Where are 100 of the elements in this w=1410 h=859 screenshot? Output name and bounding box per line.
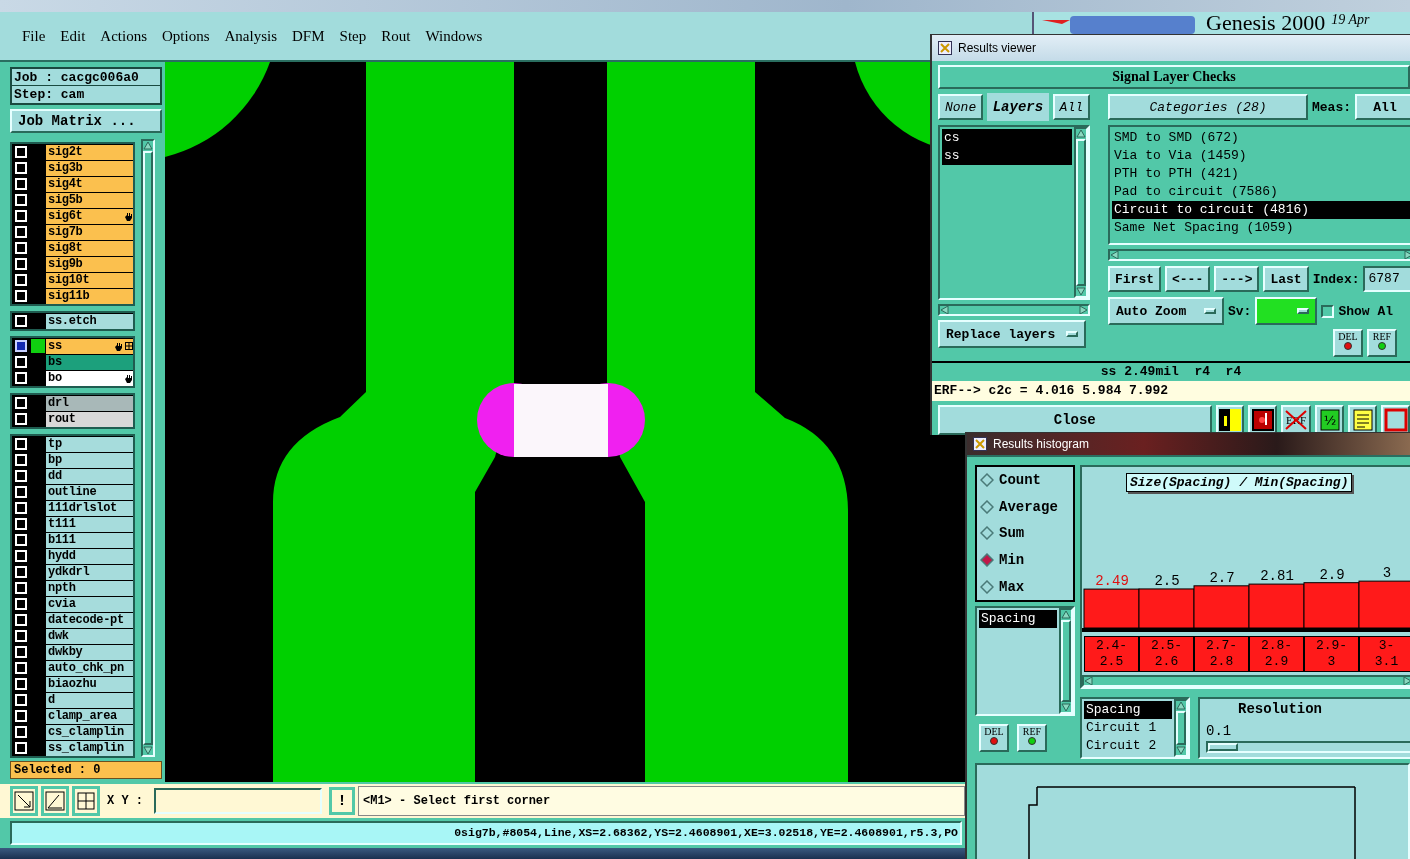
up-arrow-icon[interactable] [1061,610,1071,619]
mark-button[interactable]: REF [1367,329,1397,357]
layer-name-cell[interactable]: outline [46,484,133,500]
left-arrow-icon[interactable] [940,306,949,314]
layer-name-cell[interactable]: bo [46,370,133,386]
radio-diamond-icon[interactable] [980,553,994,568]
attribute-item[interactable]: Spacing [979,610,1057,628]
up-arrow-icon[interactable] [1176,701,1186,710]
zoom-mode-dropdown[interactable]: Auto Zoom [1108,297,1224,325]
category-item[interactable]: Circuit to circuit (4816) [1112,201,1410,219]
show-all-checkbox[interactable] [1321,304,1335,318]
radio-diamond-icon[interactable] [980,526,994,541]
layer-name-cell[interactable]: cvia [46,596,133,612]
layer-name-cell[interactable]: t111 [46,516,133,532]
layer-name-cell[interactable]: sig10t [46,272,133,288]
layer-name-cell[interactable]: drl [46,395,133,411]
layer-name-cell[interactable]: sig11b [46,288,133,304]
none-button[interactable]: None [938,94,984,120]
category-item[interactable]: SMD to SMD (672) [1112,129,1410,147]
field-item[interactable]: Circuit 2 [1084,737,1172,755]
layer-name-cell[interactable]: dd [46,468,133,484]
left-arrow-icon[interactable] [1110,251,1119,259]
field-item[interactable]: Circuit 1 [1084,719,1172,737]
layer-name-cell[interactable]: sig7b [46,224,133,240]
navigation-button[interactable]: First [1108,266,1161,292]
vertical-scrollbar[interactable] [1059,608,1073,714]
menu-item[interactable]: Options [162,27,210,45]
layer-name-cell[interactable]: bp [46,452,133,468]
layer-name-cell[interactable]: sig3b [46,160,133,176]
layer-name-cell[interactable]: d [46,692,133,708]
layer-name-cell[interactable]: sig6t [46,208,133,224]
layer-name-cell[interactable]: sig4t [46,176,133,192]
menu-item[interactable]: Actions [100,27,147,45]
radio-diamond-icon[interactable] [980,579,994,594]
menu-item[interactable]: Edit [60,27,86,45]
navigation-button[interactable]: Last [1263,266,1309,292]
menu-item[interactable]: DFM [292,27,325,45]
measure-tool-button[interactable] [41,786,69,816]
layer-name-cell[interactable]: ydkdrl [46,564,133,580]
down-arrow-icon[interactable] [143,746,153,755]
alert-button[interactable]: ! [329,787,355,815]
layer-name-cell[interactable]: ss.etch [46,313,133,329]
layer-name-cell[interactable]: auto_chk_pn [46,660,133,676]
job-matrix-button[interactable]: Job Matrix ... [10,109,162,133]
layer-name-cell[interactable]: sig2t [46,144,133,160]
horizontal-scrollbar[interactable] [938,304,1090,316]
layer-name-cell[interactable]: 111drlslot [46,500,133,516]
radio-diamond-icon[interactable] [980,499,994,514]
layer-checkbox[interactable] [15,340,27,352]
layer-name-cell[interactable]: sig8t [46,240,133,256]
category-item[interactable]: Same Net Spacing (1059) [1112,219,1410,237]
histogram-bar[interactable] [1303,582,1360,629]
horizontal-scrollbar[interactable] [1082,675,1410,687]
layer-list-item[interactable]: cs [942,129,1072,147]
right-arrow-icon[interactable] [1079,306,1088,314]
tool-button[interactable] [1215,405,1245,435]
up-arrow-icon[interactable] [143,141,153,150]
all-button[interactable]: All [1052,94,1090,120]
mark-button[interactable]: REF [1017,724,1047,752]
horizontal-scrollbar[interactable] [1108,249,1410,261]
meas-button[interactable]: All [1355,94,1410,120]
layer-name-cell[interactable]: sig9b [46,256,133,272]
up-arrow-icon[interactable] [1076,129,1086,138]
histogram-bar[interactable] [1358,580,1410,629]
slider-thumb[interactable] [1208,743,1238,751]
close-button[interactable]: Close [938,405,1212,435]
severity-dropdown[interactable] [1255,297,1318,325]
vertical-scrollbar[interactable] [141,139,155,757]
resolution-slider[interactable] [1206,741,1410,753]
mark-button[interactable]: DEL [979,724,1009,752]
left-arrow-icon[interactable] [1084,677,1093,685]
layer-name-cell[interactable]: biaozhu [46,676,133,692]
zoom-tool-button[interactable] [10,786,38,816]
histogram-bar[interactable] [1138,588,1195,629]
menu-item[interactable]: Step [339,27,367,45]
replace-layers-dropdown[interactable]: Replace layers [938,320,1086,348]
layer-name-cell[interactable]: hydd [46,548,133,564]
menu-item[interactable]: Rout [381,27,411,45]
vertical-scrollbar[interactable] [1074,127,1088,298]
layer-name-cell[interactable]: b111 [46,532,133,548]
layer-name-cell[interactable]: ss_clamplin [46,740,133,756]
category-item[interactable]: Via to Via (1459) [1112,147,1410,165]
navigation-button[interactable]: ---> [1214,266,1260,292]
category-item[interactable]: PTH to PTH (421) [1112,165,1410,183]
layer-name-cell[interactable]: cs_clamplin [46,724,133,740]
categories-button[interactable]: Categories (28) [1108,94,1308,120]
layer-name-cell[interactable]: tp [46,436,133,452]
down-arrow-icon[interactable] [1076,287,1086,296]
menu-item[interactable]: Windows [425,27,483,45]
down-arrow-icon[interactable] [1176,746,1186,755]
histogram-bar[interactable] [1193,585,1250,629]
layer-name-cell[interactable]: bs [46,354,133,370]
category-item[interactable]: Pad to circuit (7586) [1112,183,1410,201]
tool-button[interactable] [1381,405,1410,435]
navigation-button[interactable]: <--- [1165,266,1211,292]
histogram-bar[interactable] [1083,588,1140,629]
menu-item[interactable]: Analysis [224,27,278,45]
layer-name-cell[interactable]: ss [46,338,133,354]
layer-name-cell[interactable]: dwkby [46,644,133,660]
field-item[interactable]: Spacing [1084,701,1172,719]
